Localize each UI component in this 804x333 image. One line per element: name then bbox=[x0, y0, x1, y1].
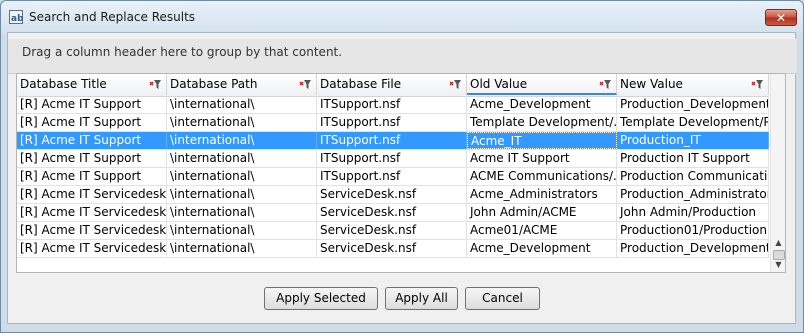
apply-selected-button[interactable]: Apply Selected bbox=[264, 287, 378, 310]
cell-database-path[interactable]: \international\ bbox=[167, 132, 317, 149]
cell-old-value[interactable]: Acme_IT bbox=[467, 132, 617, 149]
cell-database-title[interactable]: [R] Acme IT Servicedesk bbox=[17, 186, 167, 203]
close-button[interactable]: ✕ bbox=[765, 9, 797, 26]
scroll-down-arrow-icon[interactable]: ▼ bbox=[771, 258, 785, 272]
scroll-up-arrow-icon[interactable]: ▲ bbox=[771, 236, 785, 250]
cell-database-path[interactable]: \international\ bbox=[167, 150, 317, 167]
cell-old-value[interactable]: Acme_Development bbox=[467, 240, 617, 257]
cell-database-file[interactable]: ITSupport.nsf bbox=[317, 132, 467, 149]
cell-database-title[interactable]: [R] Acme IT Servicedesk bbox=[17, 240, 167, 257]
cell-old-value[interactable]: Acme01/ACME bbox=[467, 222, 617, 239]
cell-database-path[interactable]: \international\ bbox=[167, 222, 317, 239]
filter-icon[interactable] bbox=[149, 79, 162, 90]
window-title: Search and Replace Results bbox=[29, 10, 196, 24]
cell-old-value[interactable]: Acme_Administrators bbox=[467, 186, 617, 203]
cell-new-value[interactable]: Production_Development bbox=[617, 240, 769, 257]
cell-old-value[interactable]: Acme IT Support bbox=[467, 150, 617, 167]
group-by-panel[interactable]: Drag a column header here to group by th… bbox=[8, 39, 797, 74]
column-header-database-title[interactable]: Database Title bbox=[17, 74, 167, 95]
cell-database-path[interactable]: \international\ bbox=[167, 204, 317, 221]
cell-database-file[interactable]: ServiceDesk.nsf bbox=[317, 186, 467, 203]
cell-new-value[interactable]: Production_IT bbox=[617, 132, 769, 149]
cell-new-value[interactable]: John Admin/Production bbox=[617, 204, 769, 221]
cell-database-title[interactable]: [R] Acme IT Servicedesk bbox=[17, 204, 167, 221]
app-icon: ab bbox=[9, 10, 23, 24]
table-row[interactable]: [R] Acme IT Support \international\ ITSu… bbox=[17, 96, 769, 114]
cell-database-path[interactable]: \international\ bbox=[167, 168, 317, 185]
column-header-old-value[interactable]: Old Value bbox=[467, 74, 617, 95]
cell-database-title[interactable]: [R] Acme IT Support bbox=[17, 114, 167, 131]
cell-database-file[interactable]: ServiceDesk.nsf bbox=[317, 204, 467, 221]
column-header-label: New Value bbox=[620, 77, 683, 91]
cell-database-title[interactable]: [R] Acme IT Support bbox=[17, 150, 167, 167]
cell-new-value[interactable]: Production01/Production bbox=[617, 222, 769, 239]
cell-new-value[interactable]: Production_Administrators bbox=[617, 186, 769, 203]
grid-rows: [R] Acme IT Support \international\ ITSu… bbox=[17, 96, 769, 258]
cell-database-file[interactable]: ITSupport.nsf bbox=[317, 150, 467, 167]
cell-new-value[interactable]: Production IT Support bbox=[617, 150, 769, 167]
cell-database-path[interactable]: \international\ bbox=[167, 240, 317, 257]
cell-database-path[interactable]: \international\ bbox=[167, 96, 317, 113]
table-row-selected[interactable]: [R] Acme IT Support \international\ ITSu… bbox=[17, 132, 769, 150]
filter-icon[interactable] bbox=[449, 79, 462, 90]
cell-database-file[interactable]: ServiceDesk.nsf bbox=[317, 222, 467, 239]
filter-icon[interactable] bbox=[751, 79, 764, 90]
grid-header: Database Title Database Path Database Fi… bbox=[17, 74, 769, 97]
apply-all-button[interactable]: Apply All bbox=[385, 287, 458, 310]
table-row[interactable]: [R] Acme IT Support \international\ ITSu… bbox=[17, 150, 769, 168]
vertical-scrollbar[interactable]: ▲ ▼ bbox=[770, 74, 785, 272]
column-header-label: Old Value bbox=[470, 77, 528, 91]
cell-database-title[interactable]: [R] Acme IT Support bbox=[17, 132, 167, 149]
column-header-label: Database Path bbox=[170, 77, 258, 91]
cell-database-title[interactable]: [R] Acme IT Support bbox=[17, 168, 167, 185]
column-header-label: Database File bbox=[320, 77, 402, 91]
cell-new-value[interactable]: Production_Development bbox=[617, 96, 769, 113]
cell-new-value[interactable]: Production Communicati... bbox=[617, 168, 769, 185]
cell-new-value[interactable]: Template Development/P... bbox=[617, 114, 769, 131]
column-header-database-path[interactable]: Database Path bbox=[167, 74, 317, 95]
cell-old-value[interactable]: Acme_Development bbox=[467, 96, 617, 113]
column-header-new-value[interactable]: New Value bbox=[617, 74, 769, 95]
cell-old-value[interactable]: ACME Communications/... bbox=[467, 168, 617, 185]
cell-database-file[interactable]: ServiceDesk.nsf bbox=[317, 240, 467, 257]
table-row[interactable]: [R] Acme IT Servicedesk \international\ … bbox=[17, 204, 769, 222]
column-header-database-file[interactable]: Database File bbox=[317, 74, 467, 95]
table-row[interactable]: [R] Acme IT Support \international\ ITSu… bbox=[17, 168, 769, 186]
table-row[interactable]: [R] Acme IT Support \international\ ITSu… bbox=[17, 114, 769, 132]
svg-text:ab: ab bbox=[11, 14, 23, 24]
group-by-hint: Drag a column header here to group by th… bbox=[22, 45, 343, 59]
column-header-label: Database Title bbox=[20, 77, 107, 91]
cell-database-file[interactable]: ITSupport.nsf bbox=[317, 168, 467, 185]
cell-old-value[interactable]: John Admin/ACME bbox=[467, 204, 617, 221]
filter-icon[interactable] bbox=[599, 79, 612, 90]
cell-database-title[interactable]: [R] Acme IT Servicedesk bbox=[17, 222, 167, 239]
filter-icon[interactable] bbox=[299, 79, 312, 90]
table-row[interactable]: [R] Acme IT Servicedesk \international\ … bbox=[17, 186, 769, 204]
results-grid: Database Title Database Path Database Fi… bbox=[16, 73, 786, 273]
cancel-button[interactable]: Cancel bbox=[465, 287, 540, 310]
cell-database-file[interactable]: ITSupport.nsf bbox=[317, 96, 467, 113]
table-row[interactable]: [R] Acme IT Servicedesk \international\ … bbox=[17, 222, 769, 240]
cell-database-path[interactable]: \international\ bbox=[167, 114, 317, 131]
cell-database-title[interactable]: [R] Acme IT Support bbox=[17, 96, 167, 113]
cell-database-path[interactable]: \international\ bbox=[167, 186, 317, 203]
cell-old-value[interactable]: Template Development/... bbox=[467, 114, 617, 131]
table-row[interactable]: [R] Acme IT Servicedesk \international\ … bbox=[17, 240, 769, 258]
cell-database-file[interactable]: ITSupport.nsf bbox=[317, 114, 467, 131]
title-bar[interactable]: ab Search and Replace Results ✕ bbox=[1, 1, 803, 33]
